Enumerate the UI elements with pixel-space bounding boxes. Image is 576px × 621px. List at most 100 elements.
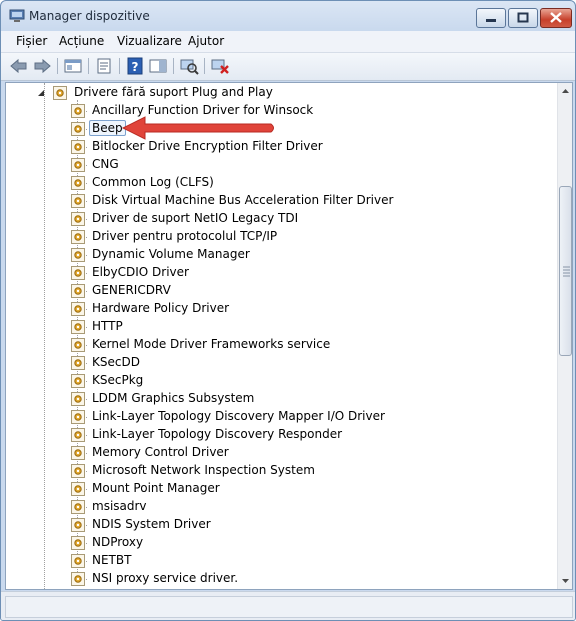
toolbar-separator: [88, 58, 89, 74]
tree-item-label: Driver de suport NetIO Legacy TDI: [92, 211, 299, 225]
tree-item[interactable]: Common Log (CLFS): [6, 174, 556, 192]
tree-node-non-pnp-drivers[interactable]: Drivere fără suport Plug and Play: [6, 84, 556, 102]
show-hide-console-tree-icon[interactable]: [63, 57, 83, 75]
tree-item[interactable]: ElbyCDIO Driver: [6, 264, 556, 282]
driver-gear-icon: [71, 158, 85, 172]
scan-hardware-changes-icon[interactable]: [179, 57, 199, 75]
title-bar[interactable]: Manager dispozitive: [1, 1, 575, 31]
driver-gear-icon: [71, 500, 85, 514]
driver-gear-icon: [71, 338, 85, 352]
collapse-triangle-icon[interactable]: [36, 88, 46, 98]
tree-item-label: GENERICDRV: [92, 283, 171, 297]
uninstall-device-icon[interactable]: [210, 57, 230, 75]
back-arrow-icon[interactable]: [9, 57, 29, 75]
tree-item[interactable]: NETBT: [6, 552, 556, 570]
tree-item-label: LDDM Graphics Subsystem: [92, 391, 255, 405]
tree-item[interactable]: Disk Virtual Machine Bus Acceleration Fi…: [6, 192, 556, 210]
help-icon[interactable]: ?: [125, 57, 145, 75]
driver-gear-icon: [71, 536, 85, 550]
tree-item-label: Disk Virtual Machine Bus Acceleration Fi…: [92, 193, 394, 207]
tree-item[interactable]: NSI proxy service driver.: [6, 570, 556, 588]
tree-item-label: NDIS System Driver: [92, 517, 211, 531]
driver-gear-icon: [71, 266, 85, 280]
tree-item[interactable]: NDProxy: [6, 534, 556, 552]
toolbar-separator: [57, 58, 58, 74]
driver-gear-icon: [71, 176, 85, 190]
menu-action[interactable]: Acțiune: [59, 34, 104, 48]
tree-item-label: NETBT: [92, 553, 132, 567]
tree-item[interactable]: Link-Layer Topology Discovery Mapper I/O…: [6, 408, 556, 426]
tree-item[interactable]: Driver pentru protocolul TCP/IP: [6, 228, 556, 246]
tree-item[interactable]: Link-Layer Topology Discovery Responder: [6, 426, 556, 444]
tree-node-label: Drivere fără suport Plug and Play: [74, 85, 273, 99]
driver-gear-icon: [53, 86, 67, 100]
tree-item-label: NDProxy: [92, 535, 144, 549]
tree-item[interactable]: Beep: [6, 120, 556, 138]
scroll-up-icon[interactable]: [558, 83, 573, 99]
driver-gear-icon: [71, 464, 85, 478]
tree-item[interactable]: CNG: [6, 156, 556, 174]
tree-item-label: Link-Layer Topology Discovery Mapper I/O…: [92, 409, 385, 423]
driver-gear-icon: [71, 356, 85, 370]
tree-item-label: ElbyCDIO Driver: [92, 265, 189, 279]
tree-item[interactable]: Driver de suport NetIO Legacy TDI: [6, 210, 556, 228]
tree-item[interactable]: KSecPkg: [6, 372, 556, 390]
tree-item[interactable]: HTTP: [6, 318, 556, 336]
driver-gear-icon: [71, 374, 85, 388]
menu-help[interactable]: Ajutor: [188, 34, 224, 48]
tree-item[interactable]: NDIS System Driver: [6, 516, 556, 534]
close-button[interactable]: [540, 8, 572, 28]
tree-item-label: Dynamic Volume Manager: [92, 247, 250, 261]
device-tree[interactable]: Drivere fără suport Plug and Play Ancill…: [5, 82, 573, 590]
menu-file[interactable]: Fișier: [16, 34, 47, 48]
tree-item-label: KSecDD: [92, 355, 140, 369]
status-pane: [5, 596, 573, 618]
driver-gear-icon: [71, 554, 85, 568]
tree-item-label: Kernel Mode Driver Frameworks service: [92, 337, 331, 351]
menu-view[interactable]: Vizualizare: [117, 34, 182, 48]
scrollbar-thumb[interactable]: [559, 186, 572, 356]
driver-gear-icon: [71, 320, 85, 334]
tree-item-label: Hardware Policy Driver: [92, 301, 230, 315]
scroll-down-icon[interactable]: [558, 573, 573, 589]
window-title: Manager dispozitive: [29, 9, 150, 23]
forward-arrow-icon[interactable]: [32, 57, 52, 75]
action-pane-icon[interactable]: [148, 57, 168, 75]
driver-gear-icon: [71, 518, 85, 532]
driver-gear-icon: [71, 122, 85, 136]
tree-item[interactable]: Hardware Policy Driver: [6, 300, 556, 318]
vertical-scrollbar[interactable]: [557, 83, 573, 589]
driver-gear-icon: [71, 212, 85, 226]
tree-item[interactable]: Memory Control Driver: [6, 444, 556, 462]
tree-item[interactable]: Bitlocker Drive Encryption Filter Driver: [6, 138, 556, 156]
tree-item[interactable]: msisadrv: [6, 498, 556, 516]
close-icon: [550, 12, 562, 23]
tree-item-label: KSecPkg: [92, 373, 144, 387]
tree-item[interactable]: LDDM Graphics Subsystem: [6, 390, 556, 408]
menu-bar: Fișier Acțiune Vizualizare Ajutor: [1, 31, 575, 53]
tree-item[interactable]: Mount Point Manager: [6, 480, 556, 498]
tree-item-label: Microsoft Network Inspection System: [92, 463, 315, 477]
driver-gear-icon: [71, 446, 85, 460]
red-arrow-annotation: [121, 116, 274, 140]
toolbar: ?: [1, 53, 575, 81]
driver-gear-icon: [71, 104, 85, 118]
driver-gear-icon: [71, 392, 85, 406]
tree-item[interactable]: GENERICDRV: [6, 282, 556, 300]
minimize-button[interactable]: [476, 8, 506, 28]
tree-item[interactable]: Dynamic Volume Manager: [6, 246, 556, 264]
driver-gear-icon: [71, 410, 85, 424]
tree-item[interactable]: KSecDD: [6, 354, 556, 372]
driver-gear-icon: [71, 428, 85, 442]
driver-gear-icon: [71, 248, 85, 262]
driver-gear-icon: [71, 572, 85, 586]
grip-icon: [563, 266, 570, 277]
toolbar-separator: [119, 58, 120, 74]
properties-icon[interactable]: [94, 57, 114, 75]
maximize-button[interactable]: [508, 8, 538, 28]
tree-item-label: Mount Point Manager: [92, 481, 220, 495]
tree-item[interactable]: Kernel Mode Driver Frameworks service: [6, 336, 556, 354]
tree-item[interactable]: Ancillary Function Driver for Winsock: [6, 102, 556, 120]
tree-item-label: Common Log (CLFS): [92, 175, 214, 189]
tree-item[interactable]: Microsoft Network Inspection System: [6, 462, 556, 480]
